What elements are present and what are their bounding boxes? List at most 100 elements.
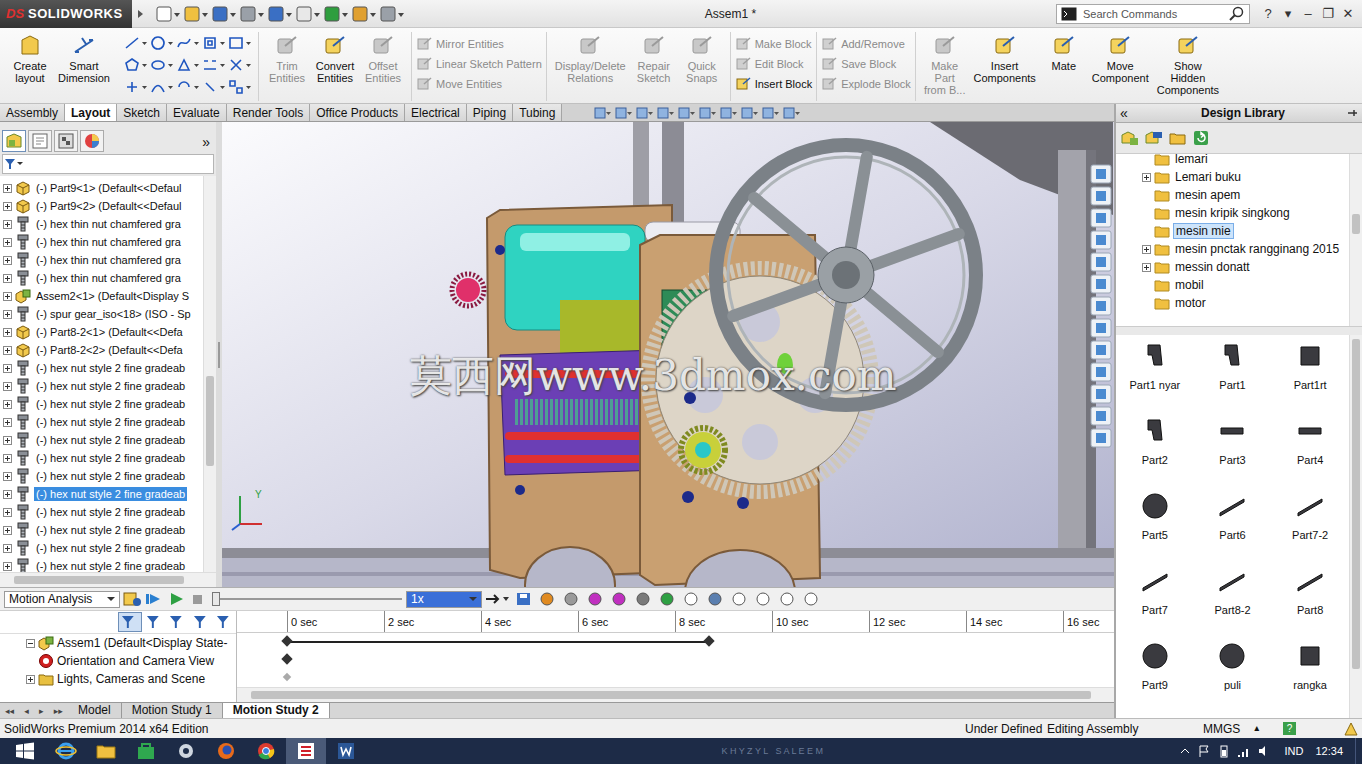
motion-tool-icon[interactable] — [680, 591, 702, 607]
library-folder[interactable]: Lemari buku — [1142, 168, 1349, 186]
playback-speed-dropdown[interactable]: 1x — [406, 591, 482, 608]
tree-item[interactable]: (-) hex nut style 2 fine gradeab — [0, 449, 203, 467]
command-tab[interactable]: Evaluate — [167, 104, 227, 121]
library-part[interactable]: rangka — [1271, 641, 1349, 716]
expand-toggle[interactable] — [3, 292, 12, 301]
apply-scene-icon[interactable] — [760, 105, 780, 121]
study-tab[interactable]: Motion Study 1 — [122, 703, 223, 718]
motion-tool-icon[interactable] — [728, 591, 750, 607]
library-folder[interactable]: mesin apem — [1142, 186, 1349, 204]
ribbon-small-button[interactable]: Insert Block — [735, 76, 812, 92]
expand-toggle[interactable] — [3, 544, 12, 553]
windows-start-icon[interactable] — [14, 741, 36, 761]
section-view-icon[interactable] — [655, 105, 675, 121]
expand-toggle[interactable] — [1142, 299, 1151, 308]
motion-tool-icon[interactable] — [560, 591, 582, 607]
tree-item[interactable]: (-) hex thin nut chamfered gra — [0, 251, 203, 269]
motion-tool-icon[interactable] — [752, 591, 774, 607]
search-commands-field[interactable]: Search Commands — [1056, 4, 1250, 24]
library-folder[interactable]: mesin kripik singkong — [1142, 204, 1349, 222]
action-center-flag-icon[interactable] — [1197, 744, 1211, 758]
sketch-tool-icon[interactable] — [150, 34, 174, 52]
expand-toggle[interactable] — [3, 202, 12, 211]
taskbar-app[interactable] — [246, 738, 286, 764]
vertical-scrollbar[interactable] — [203, 176, 216, 572]
motion-tree-item[interactable]: Lights, Cameras and Scene — [0, 670, 236, 688]
forum-icon[interactable] — [1090, 362, 1112, 382]
library-part[interactable]: Part1rt — [1271, 341, 1349, 416]
home-icon[interactable] — [1090, 186, 1112, 206]
pin-icon[interactable] — [1346, 107, 1358, 119]
filter-icon[interactable] — [144, 613, 166, 631]
ribbon-small-button[interactable]: Linear Sketch Pattern — [416, 56, 542, 72]
tree-item[interactable]: Assem2<1> (Default<Display S — [0, 287, 203, 305]
motion-icon[interactable] — [1090, 428, 1112, 448]
expand-toggle[interactable] — [26, 657, 35, 666]
command-tab[interactable]: Assembly — [0, 104, 65, 121]
play-icon[interactable] — [166, 591, 186, 607]
view-palette-icon[interactable] — [1090, 252, 1112, 272]
expand-toggle[interactable] — [3, 436, 12, 445]
input-language[interactable]: IND — [1285, 745, 1304, 757]
tree-item[interactable]: (-) hex nut style 2 fine gradeab — [0, 413, 203, 431]
tree-item[interactable]: (-) hex nut style 2 fine gradeab — [0, 521, 203, 539]
expand-toggle[interactable] — [3, 400, 12, 409]
expand-toggle[interactable] — [3, 382, 12, 391]
timeline-scrollbar[interactable] — [237, 687, 1114, 702]
refresh-icon[interactable] — [1192, 129, 1212, 147]
key-point[interactable] — [281, 653, 292, 664]
graphics-area[interactable]: Y莫西网www.3dmox.com — [222, 122, 1114, 587]
sketch-tool-icon[interactable] — [202, 78, 226, 96]
expand-toggle[interactable] — [3, 562, 12, 571]
zoom-area-icon[interactable] — [613, 105, 633, 121]
taskbar-app[interactable] — [206, 738, 246, 764]
command-tab[interactable]: Piping — [467, 104, 513, 121]
display-manager-tab-icon[interactable] — [80, 130, 104, 152]
ribbon-button[interactable]: Display/DeleteRelations — [551, 32, 630, 86]
library-part[interactable]: Part1 — [1194, 341, 1272, 416]
command-tab[interactable]: Tubing — [513, 104, 562, 121]
view-orientation-icon[interactable] — [676, 105, 696, 121]
ribbon-small-button[interactable]: Make Block — [735, 36, 812, 52]
ribbon-small-button[interactable]: Explode Block — [821, 76, 911, 92]
solidworks-logo[interactable]: DSSOLIDWORKS — [0, 0, 132, 28]
tab-scroll-button[interactable]: ▸ — [39, 706, 44, 716]
filter-icon[interactable] — [167, 613, 189, 631]
tree-item[interactable]: (-) spur gear_iso<18> (ISO - Sp — [0, 305, 203, 323]
expand-toggle[interactable] — [3, 238, 12, 247]
expand-toggle[interactable] — [3, 526, 12, 535]
study-tab[interactable]: Model — [68, 703, 122, 718]
motion-tree-item[interactable]: Orientation and Camera View — [0, 652, 236, 670]
hide-show-icon[interactable] — [718, 105, 738, 121]
window-control-button[interactable]: ✕ — [1340, 6, 1356, 21]
taskbar-app[interactable] — [46, 738, 86, 764]
sketch-tool-icon[interactable] — [150, 78, 174, 96]
file-explorer-icon[interactable] — [1090, 230, 1112, 250]
expand-toggle[interactable] — [3, 274, 12, 283]
vertical-scrollbar[interactable] — [1349, 154, 1362, 326]
tree-item[interactable]: (-) hex nut style 2 fine gradeab — [0, 503, 203, 521]
speaker-icon[interactable] — [1257, 744, 1271, 758]
ribbon-button[interactable]: ShowHiddenComponents — [1153, 32, 1223, 98]
command-tab[interactable]: Sketch — [117, 104, 167, 121]
library-part[interactable]: Part6 — [1194, 491, 1272, 566]
study-type-dropdown[interactable]: Motion Analysis — [4, 591, 120, 608]
library-part[interactable]: Part4 — [1271, 416, 1349, 491]
clock[interactable]: 12:34 — [1315, 745, 1343, 757]
calculate-icon[interactable] — [122, 591, 142, 607]
ribbon-button[interactable]: ConvertEntities — [311, 32, 359, 86]
add-file-location-icon[interactable] — [1144, 129, 1164, 147]
library-folder[interactable]: messin donatt — [1142, 258, 1349, 276]
3d-content-icon[interactable] — [1090, 384, 1112, 404]
collapse-button[interactable]: « — [1120, 105, 1140, 121]
library-part[interactable]: Part1 nyar — [1116, 341, 1194, 416]
window-control-button[interactable]: ▾ — [1280, 6, 1296, 21]
stop-icon[interactable] — [188, 591, 208, 607]
tree-item[interactable]: (-) hex thin nut chamfered gra — [0, 233, 203, 251]
sketch-tool-icon[interactable] — [124, 56, 148, 74]
expand-toggle[interactable] — [1142, 227, 1151, 236]
expand-toggle[interactable] — [3, 418, 12, 427]
ribbon-button[interactable]: Createlayout — [6, 32, 54, 86]
expand-toggle[interactable] — [1142, 209, 1151, 218]
ribbon-button[interactable]: TrimEntities — [263, 32, 311, 86]
